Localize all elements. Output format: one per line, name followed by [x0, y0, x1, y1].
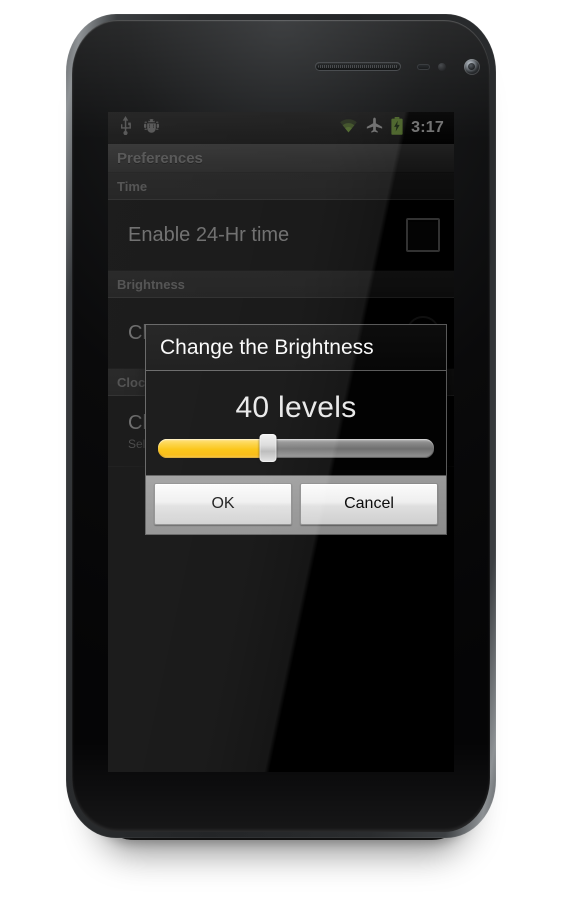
brightness-dialog: Change the Brightness 40 levels OK Cance…	[145, 324, 447, 535]
dialog-body: 40 levels	[146, 371, 446, 475]
dialog-title: Change the Brightness	[160, 336, 374, 359]
ok-button[interactable]: OK	[154, 483, 292, 525]
brightness-value-label: 40 levels	[235, 391, 357, 424]
screenshot-stage: 3:17 Preferences Time Enable 24-Hr time …	[0, 0, 562, 900]
earpiece-speaker	[315, 62, 401, 71]
front-camera-icon	[464, 59, 480, 75]
slider-thumb[interactable]	[259, 434, 277, 462]
phone-screen: 3:17 Preferences Time Enable 24-Hr time …	[108, 112, 454, 772]
brightness-slider[interactable]	[158, 434, 434, 462]
cancel-button[interactable]: Cancel	[300, 483, 438, 525]
slider-fill	[158, 438, 269, 458]
proximity-sensor-icon	[417, 64, 430, 70]
light-sensor-icon	[438, 63, 446, 71]
dialog-button-bar: OK Cancel	[146, 475, 446, 534]
dialog-title-bar: Change the Brightness	[146, 325, 446, 371]
